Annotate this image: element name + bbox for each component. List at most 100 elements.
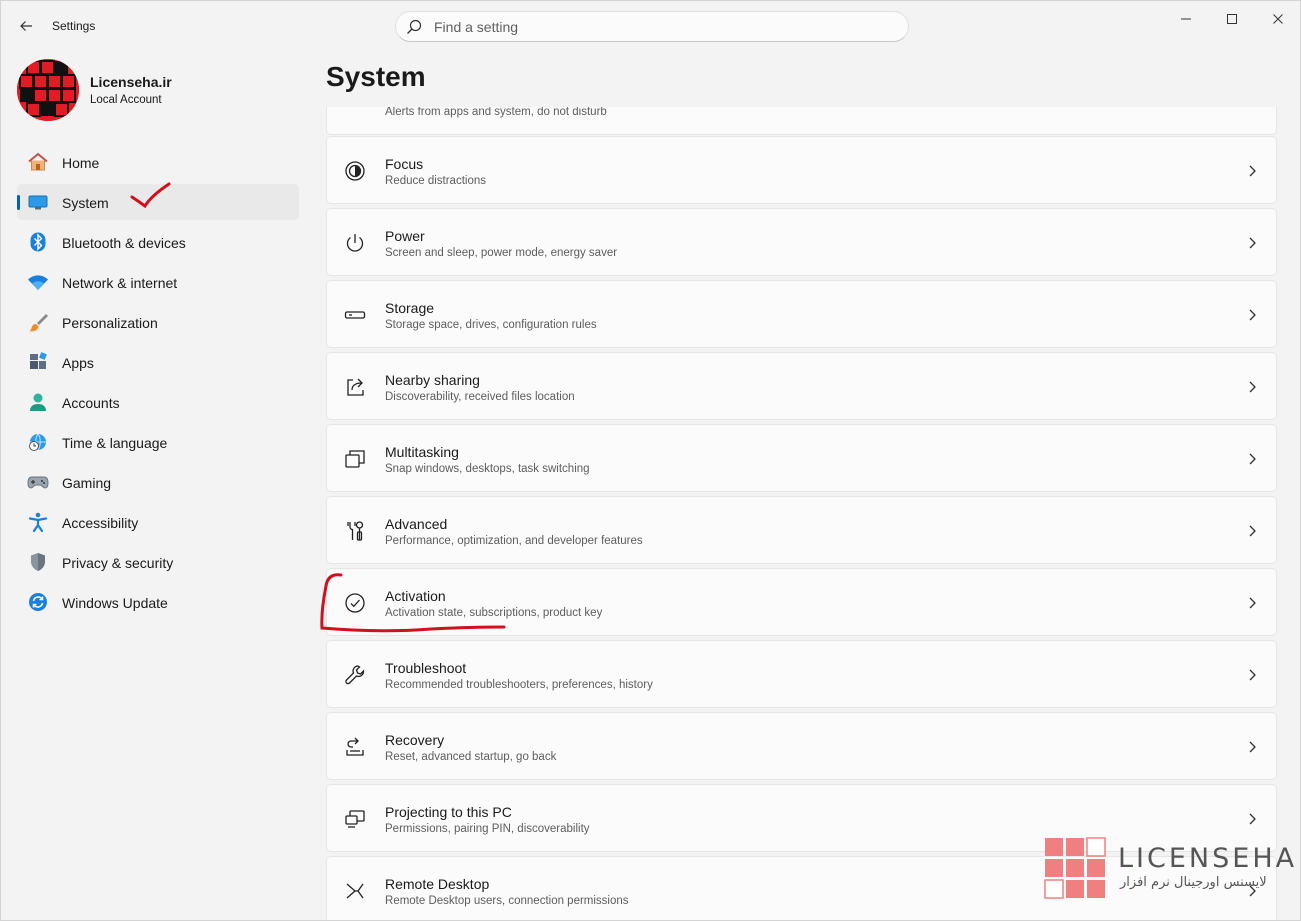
back-button[interactable] — [13, 13, 39, 39]
brush-icon — [27, 312, 49, 332]
card-subtitle: Remote Desktop users, connection permiss… — [385, 895, 629, 907]
chevron-right-icon — [1249, 813, 1256, 825]
chevron-right-icon — [1249, 525, 1256, 537]
card-subtitle: Alerts from apps and system, do not dist… — [385, 107, 607, 118]
card-subtitle: Reset, advanced startup, go back — [385, 751, 557, 763]
settings-card-activation[interactable]: Activation Activation state, subscriptio… — [326, 568, 1277, 636]
settings-card-notifications[interactable]: Alerts from apps and system, do not dist… — [326, 107, 1277, 135]
search-box[interactable] — [395, 11, 909, 42]
search-input[interactable] — [434, 18, 894, 36]
card-subtitle: Screen and sleep, power mode, energy sav… — [385, 247, 618, 259]
chevron-right-icon — [1249, 165, 1256, 177]
card-subtitle: Discoverability, received files location — [385, 391, 575, 403]
storage-icon — [344, 304, 366, 326]
card-title: Projecting to this PC — [385, 804, 512, 820]
sidebar-item-home[interactable]: Home — [17, 144, 299, 180]
card-title: Multitasking — [385, 444, 459, 460]
sidebar-item-time-language[interactable]: Time & language — [17, 424, 299, 460]
sidebar-item-label: Accessibility — [62, 515, 139, 531]
active-indicator — [17, 195, 20, 210]
shield-icon — [27, 552, 49, 572]
profile-name: Licenseha.ir — [90, 74, 172, 90]
sidebar-item-personalization[interactable]: Personalization — [17, 304, 299, 340]
globe-clock-icon — [27, 432, 49, 452]
card-title: Storage — [385, 300, 435, 316]
settings-card-storage[interactable]: Storage Storage space, drives, configura… — [326, 280, 1277, 348]
settings-window: Settings Find a setting Licenseha.ir Loc… — [0, 0, 1301, 921]
close-icon — [1273, 14, 1283, 24]
sidebar-item-label: Personalization — [62, 315, 158, 331]
settings-card-troubleshoot[interactable]: Troubleshoot Recommended troubleshooters… — [326, 640, 1277, 708]
card-title: Power — [385, 228, 425, 244]
tools-icon — [344, 520, 366, 542]
sidebar-item-gaming[interactable]: Gaming — [17, 464, 299, 500]
sidebar-item-label: Bluetooth & devices — [62, 235, 186, 251]
app-title: Settings — [52, 19, 96, 33]
update-icon — [27, 592, 49, 612]
card-title: Remote Desktop — [385, 876, 490, 892]
sidebar-item-label: Windows Update — [62, 595, 168, 611]
card-title: Nearby sharing — [385, 372, 480, 388]
card-title: Activation — [385, 588, 446, 604]
notifications-icon — [344, 107, 366, 113]
card-subtitle: Performance, optimization, and developer… — [385, 535, 643, 547]
chevron-right-icon — [1249, 381, 1256, 393]
wifi-icon — [27, 272, 49, 292]
system-icon — [27, 192, 49, 212]
maximize-button[interactable] — [1209, 5, 1255, 33]
watermark: LICENSEHA لایسنس اورجینال نرم افزار — [1044, 837, 1294, 899]
sidebar-item-label: Network & internet — [62, 275, 178, 291]
user-profile[interactable]: Licenseha.ir Local Account — [17, 59, 317, 121]
chevron-right-icon — [1249, 669, 1256, 681]
apps-icon — [27, 352, 49, 372]
settings-card-power[interactable]: Power Screen and sleep, power mode, ener… — [326, 208, 1277, 276]
minimize-button[interactable] — [1163, 5, 1209, 33]
sidebar-item-accessibility[interactable]: Accessibility — [17, 504, 299, 540]
maximize-icon — [1227, 14, 1237, 24]
settings-card-advanced[interactable]: Advanced Performance, optimization, and … — [326, 496, 1277, 564]
settings-card-nearby-sharing[interactable]: Nearby sharing Discoverability, received… — [326, 352, 1277, 420]
share-icon — [344, 376, 366, 398]
sidebar-item-label: Home — [62, 155, 100, 171]
sidebar-item-label: Privacy & security — [62, 555, 174, 571]
close-button[interactable] — [1255, 5, 1300, 33]
back-arrow-icon — [20, 21, 32, 31]
chevron-right-icon — [1249, 237, 1256, 249]
chevron-right-icon — [1249, 597, 1256, 609]
sidebar-item-accounts[interactable]: Accounts — [17, 384, 299, 420]
recovery-icon — [344, 736, 366, 758]
card-subtitle: Permissions, pairing PIN, discoverabilit… — [385, 823, 590, 835]
chevron-right-icon — [1249, 741, 1256, 753]
sidebar-item-bluetooth[interactable]: Bluetooth & devices — [17, 224, 299, 260]
settings-card-focus[interactable]: Focus Reduce distractions — [326, 136, 1277, 204]
focus-icon — [344, 160, 366, 182]
minimize-icon — [1181, 18, 1191, 20]
sidebar-item-network[interactable]: Network & internet — [17, 264, 299, 300]
sidebar-item-label: Apps — [62, 355, 94, 371]
page-title: System — [326, 61, 426, 92]
sidebar-item-system[interactable]: System — [17, 184, 299, 220]
accessibility-icon — [27, 512, 49, 532]
card-subtitle: Activation state, subscriptions, product… — [385, 607, 603, 619]
card-subtitle: Recommended troubleshooters, preferences… — [385, 679, 653, 691]
sidebar-item-privacy[interactable]: Privacy & security — [17, 544, 299, 580]
sidebar-item-label: Gaming — [62, 475, 112, 491]
bluetooth-icon — [27, 232, 49, 252]
sidebar-item-label: Accounts — [62, 395, 120, 411]
search-icon — [407, 19, 422, 34]
watermark-brand: LICENSEHA — [1118, 843, 1298, 874]
settings-card-recovery[interactable]: Recovery Reset, advanced startup, go bac… — [326, 712, 1277, 780]
card-subtitle: Storage space, drives, configuration rul… — [385, 319, 597, 331]
settings-card-multitasking[interactable]: Multitasking Snap windows, desktops, tas… — [326, 424, 1277, 492]
remote-desktop-icon — [344, 880, 366, 902]
home-icon — [27, 152, 49, 172]
card-title: Recovery — [385, 732, 445, 748]
settings-list: Alerts from apps and system, do not dist… — [326, 107, 1277, 920]
wrench-icon — [344, 664, 366, 686]
sidebar-item-windows-update[interactable]: Windows Update — [17, 584, 299, 620]
multitasking-icon — [344, 448, 366, 470]
sidebar-item-apps[interactable]: Apps — [17, 344, 299, 380]
licenseha-logo — [1044, 837, 1106, 899]
profile-account-type: Local Account — [90, 94, 162, 106]
sidebar-item-label: Time & language — [62, 435, 168, 451]
